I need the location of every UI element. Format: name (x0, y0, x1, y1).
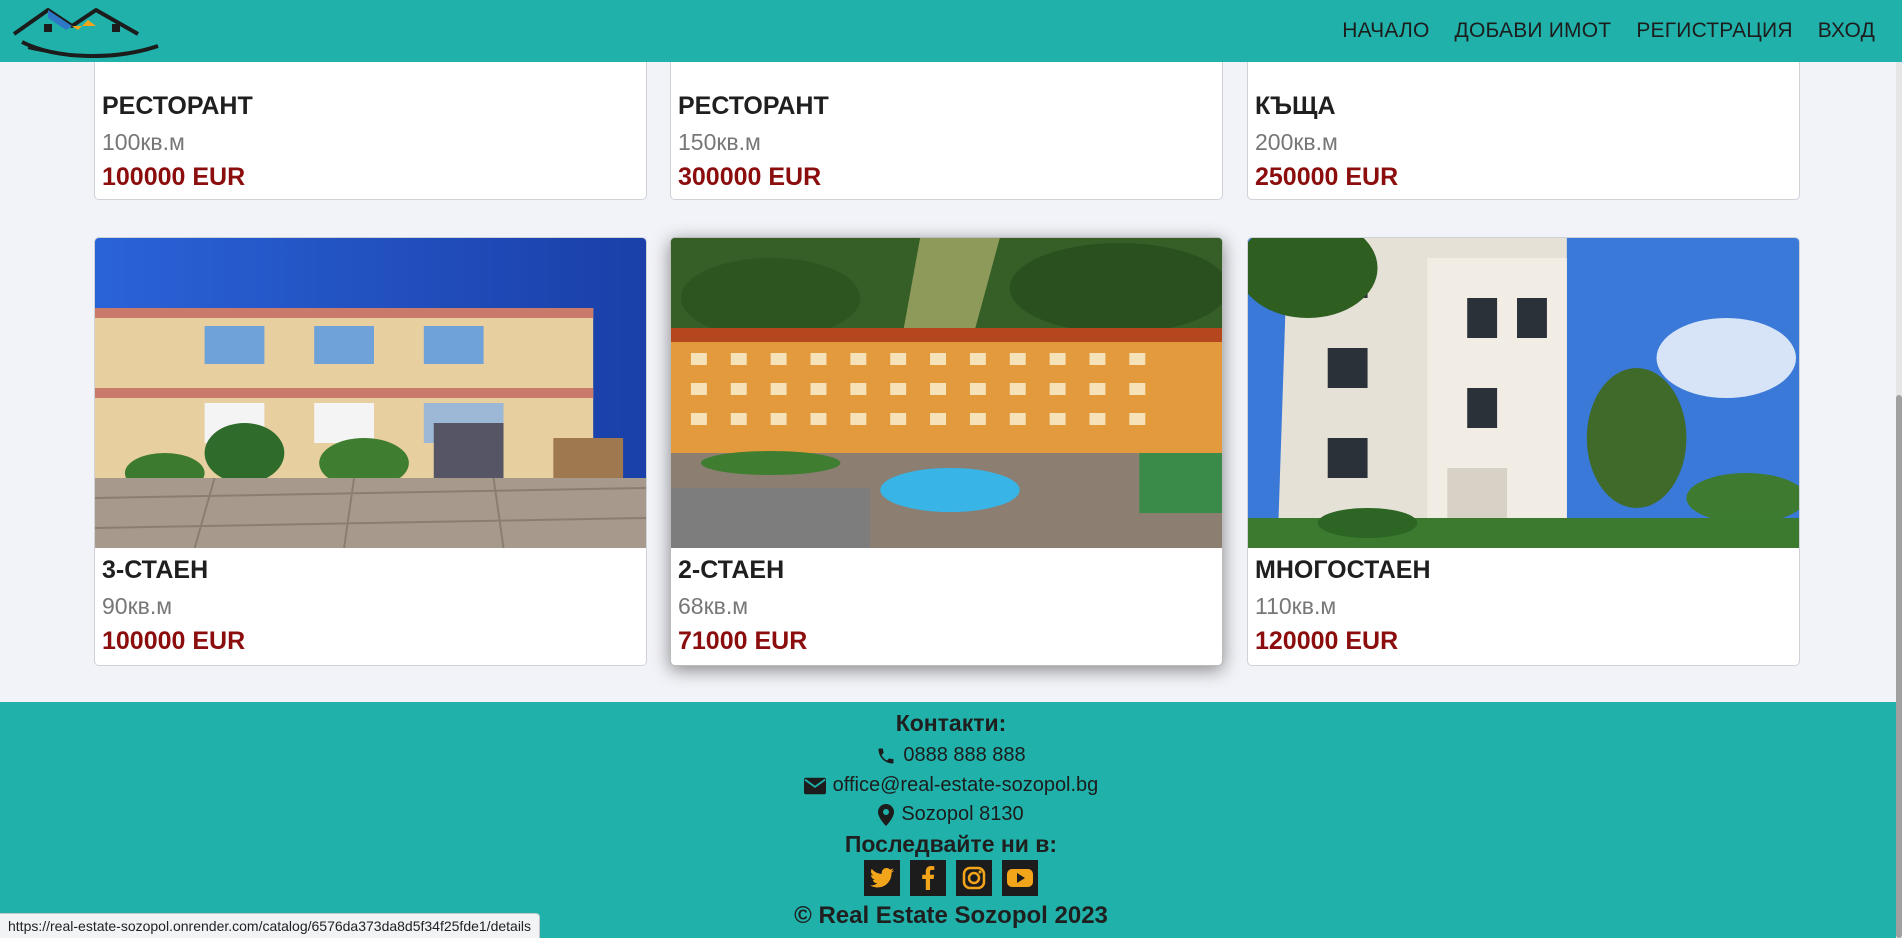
youtube-icon[interactable] (1002, 860, 1038, 896)
listing-photo[interactable] (671, 238, 1222, 548)
map-marker-icon (878, 803, 895, 826)
listing-area: 110кв.м (1255, 593, 1337, 619)
listing-card[interactable]: РЕСТОРАНТ 150кв.м 300000 EUR (670, 40, 1223, 200)
address-text: Sozopol 8130 (901, 803, 1024, 825)
listing-price: 120000 EUR (1255, 627, 1399, 655)
link-status-bar: https://real-estate-sozopol.onrender.com… (0, 913, 541, 938)
twitter-icon[interactable] (864, 860, 900, 896)
follow-title: Последвайте ни в: (844, 831, 1058, 857)
listing-card[interactable]: КЪЩА 200кв.м 250000 EUR (1247, 40, 1800, 200)
facebook-icon[interactable] (910, 860, 946, 896)
listing-card[interactable]: РЕСТОРАНТ 100кв.м 100000 EUR (94, 40, 647, 200)
listing-price: 300000 EUR (678, 163, 822, 191)
contact-email[interactable]: office@real-estate-sozopol.bg (0, 774, 1902, 797)
nav-menu: НАЧАЛО ДОБАВИ ИМОТ РЕГИСТРАЦИЯ ВХОД (1342, 0, 1875, 62)
listing-area: 200кв.м (1255, 129, 1338, 155)
email-address: office@real-estate-sozopol.bg (832, 774, 1099, 796)
phone-icon (876, 746, 896, 766)
listing-card[interactable]: 2-СТАЕН 68кв.м 71000 EUR (670, 237, 1223, 666)
listing-area: 150кв.м (678, 129, 761, 155)
contacts-title: Контакти: (895, 710, 1007, 736)
listing-type: 3-СТАЕН (102, 556, 209, 584)
nav-link-login[interactable]: ВХОД (1818, 19, 1875, 43)
listing-type: 2-СТАЕН (678, 556, 785, 584)
listing-price: 100000 EUR (102, 163, 246, 191)
phone-number: 0888 888 888 (903, 744, 1026, 766)
listing-price: 100000 EUR (102, 627, 246, 655)
contact-phone[interactable]: 0888 888 888 (0, 744, 1902, 767)
listing-card[interactable]: 3-СТАЕН 90кв.м 100000 EUR (94, 237, 647, 666)
listing-photo[interactable] (95, 238, 646, 548)
listing-type: МНОГОСТАЕН (1255, 556, 1431, 584)
instagram-icon[interactable] (956, 860, 992, 896)
listing-type: КЪЩА (1255, 92, 1336, 120)
footer: Контакти: 0888 888 888 office@real-estat… (0, 702, 1902, 938)
listing-area: 100кв.м (102, 129, 185, 155)
house-logo-icon[interactable] (8, 4, 166, 58)
listing-type: РЕСТОРАНТ (102, 92, 253, 120)
listing-area: 68кв.м (678, 593, 749, 619)
listing-photo[interactable] (1248, 238, 1799, 548)
nav-link-add-property[interactable]: ДОБАВИ ИМОТ (1455, 19, 1612, 43)
contact-address: Sozopol 8130 (0, 803, 1902, 826)
listing-type: РЕСТОРАНТ (678, 92, 829, 120)
navbar: НАЧАЛО ДОБАВИ ИМОТ РЕГИСТРАЦИЯ ВХОД (0, 0, 1902, 62)
page-scrollbar[interactable] (1896, 62, 1902, 938)
listing-price: 250000 EUR (1255, 163, 1399, 191)
listing-area: 90кв.м (102, 593, 173, 619)
nav-link-home[interactable]: НАЧАЛО (1342, 19, 1429, 43)
social-links (0, 860, 1902, 896)
scrollbar-thumb[interactable] (1896, 395, 1902, 938)
nav-link-register[interactable]: РЕГИСТРАЦИЯ (1636, 19, 1792, 43)
envelope-icon (803, 777, 826, 795)
listing-price: 71000 EUR (678, 627, 808, 655)
listing-card[interactable]: МНОГОСТАЕН 110кв.м 120000 EUR (1247, 237, 1800, 666)
